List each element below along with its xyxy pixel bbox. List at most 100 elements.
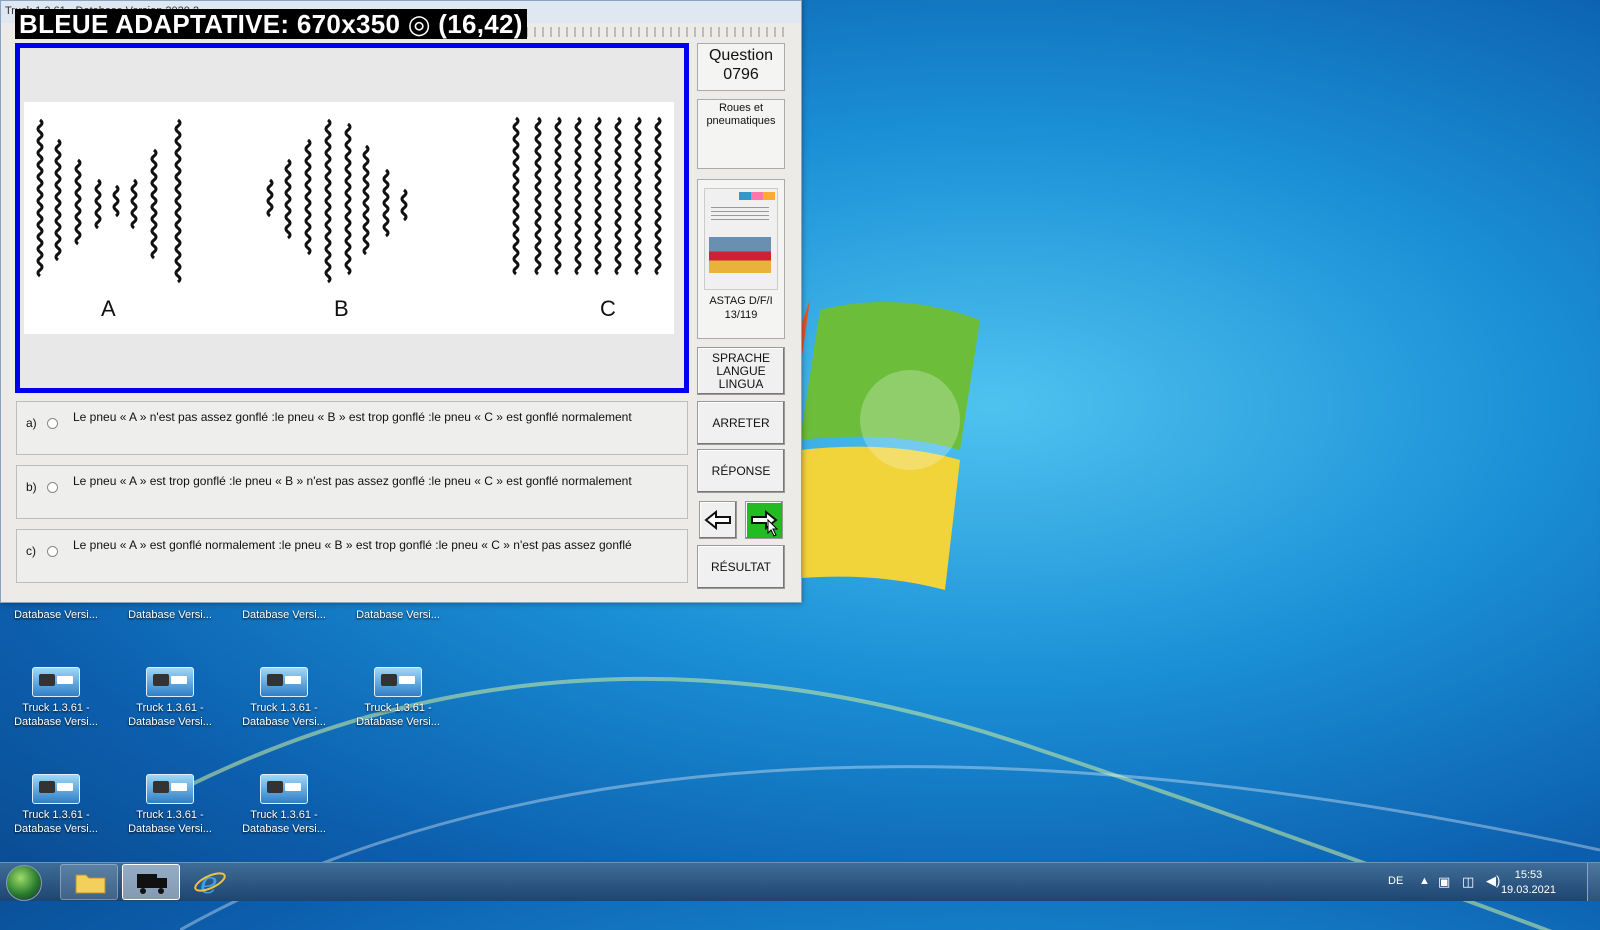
keyboard-language-indicator[interactable]: DE (1388, 875, 1403, 913)
desktop-icon-truck[interactable]: Database Versi... (120, 608, 220, 628)
language-line-1: SPRACHE (711, 350, 770, 365)
desktop-icon-truck[interactable]: Truck 1.3.61 - Database Versi... (348, 667, 448, 729)
network-icon[interactable]: ◫ (1462, 874, 1474, 912)
truck-icon (137, 874, 167, 894)
desktop-icon-label: Database Versi... (356, 609, 440, 621)
answer-radio[interactable] (47, 546, 58, 557)
desktop-icon-label-2: Database Versi... (128, 823, 212, 835)
desktop-icon-truck[interactable]: Truck 1.3.61 - Database Versi... (6, 774, 106, 836)
desktop-icon-label-2: Database Versi... (356, 716, 440, 728)
desktop-icon-label: Database Versi... (14, 609, 98, 621)
truck-app-icon (260, 667, 308, 697)
mouse-cursor-icon (767, 519, 779, 537)
language-line-2: LANGUE (716, 363, 766, 378)
desktop-icon-truck[interactable]: Truck 1.3.61 - Database Versi... (234, 774, 334, 836)
tread-line (654, 116, 662, 276)
category-box: Roues et pneumatiques (697, 99, 785, 169)
question-label: Question (708, 47, 774, 64)
answer-option-c[interactable]: c) Le pneu « A » est gonflé normalement … (16, 529, 688, 583)
answer-button[interactable]: RÉPONSE (697, 449, 785, 493)
overlay-label: BLEUE ADAPTATIVE: 670x350 ◎ (16,42) (15, 9, 527, 39)
truck-app-icon (32, 667, 80, 697)
answer-option-b[interactable]: b) Le pneu « A » est trop gonflé :le pne… (16, 465, 688, 519)
truck-app-icon (260, 774, 308, 804)
answer-radio[interactable] (47, 482, 58, 493)
desktop-icon-label-1: Truck 1.3.61 - (22, 702, 90, 714)
answer-text: Le pneu « A » est gonflé normalement :le… (73, 538, 632, 552)
tread-line (614, 116, 622, 276)
answer-letter: b) (26, 480, 37, 494)
desktop-icon-truck[interactable]: Database Versi... (348, 608, 448, 628)
book-caption: ASTAG D/F/I (709, 295, 773, 307)
tread-line (36, 118, 44, 278)
answer-radio[interactable] (47, 418, 58, 429)
question-number-box: Question 0796 (697, 43, 785, 91)
desktop-icon-label-2: Database Versi... (242, 716, 326, 728)
desktop-icon-label-2: Database Versi... (14, 823, 98, 835)
arrow-left-icon (704, 510, 731, 530)
truck-app-icon (146, 774, 194, 804)
taskbar: e DE ▲ ▣ ◫ ◀) 15:53 19.03.2021 (0, 862, 1600, 901)
clock-date: 19.03.2021 (1500, 884, 1556, 896)
desktop-icon-truck[interactable]: Truck 1.3.61 - Database Versi... (234, 667, 334, 729)
desktop-icon-truck[interactable]: Database Versi... (234, 608, 334, 628)
internet-explorer-icon: e (194, 866, 226, 901)
truck-app-icon (32, 774, 80, 804)
show-desktop-button[interactable] (1587, 863, 1600, 901)
language-button[interactable]: SPRACHE LANGUE LINGUA (697, 347, 785, 395)
tire-label-b: B (334, 296, 349, 321)
desktop-icon-truck[interactable]: Truck 1.3.61 - Database Versi... (6, 667, 106, 729)
volume-icon[interactable]: ◀) (1486, 873, 1500, 911)
previous-question-button[interactable] (699, 501, 737, 539)
folder-icon (75, 874, 106, 894)
answer-text: Le pneu « A » est trop gonflé :le pneu «… (73, 474, 632, 488)
stop-button[interactable]: ARRETER (697, 401, 785, 445)
start-button[interactable] (6, 865, 42, 901)
result-button[interactable]: RÉSULTAT (697, 545, 785, 589)
desktop-icon-label: Database Versi... (128, 609, 212, 621)
answer-letter: a) (26, 416, 37, 430)
answer-letter: c) (26, 544, 36, 558)
clock-time: 15:53 (1514, 869, 1543, 881)
answer-text: Le pneu « A » n'est pas assez gonflé :le… (73, 410, 632, 424)
desktop-icon-label-2: Database Versi... (128, 716, 212, 728)
quiz-window: Truck 1.3.61 - Database Version 2020.2 B… (0, 0, 802, 603)
taskbar-truck-app-button[interactable] (122, 864, 180, 900)
desktop-icon-label-1: Truck 1.3.61 - (250, 702, 318, 714)
desktop-icon-label-1: Truck 1.3.61 - (364, 702, 432, 714)
tread-line (554, 116, 562, 276)
tire-tread-illustration (20, 48, 684, 388)
desktop-icon-label: Database Versi... (242, 609, 326, 621)
taskbar-clock[interactable]: 15:53 19.03.2021 (1501, 868, 1556, 898)
truck-app-icon (146, 667, 194, 697)
reference-book-box: ASTAG D/F/I 13/119 (697, 179, 785, 339)
truck-app-icon (374, 667, 422, 697)
desktop-icon-label-2: Database Versi... (242, 823, 326, 835)
desktop-icon-truck[interactable]: Database Versi... (6, 608, 106, 628)
tread-line (574, 116, 582, 276)
desktop-icon-label-1: Truck 1.3.61 - (136, 809, 204, 821)
taskbar-explorer-button[interactable] (60, 864, 118, 900)
tread-line (512, 116, 520, 276)
desktop-icon-truck[interactable]: Truck 1.3.61 - Database Versi... (120, 667, 220, 729)
taskbar-ie-button[interactable]: e (184, 864, 242, 901)
tire-label-a: A (101, 296, 116, 321)
answer-option-a[interactable]: a) Le pneu « A » n'est pas assez gonflé … (16, 401, 688, 455)
show-hidden-icons-arrow-icon[interactable]: ▲ (1419, 875, 1430, 913)
tread-line (54, 138, 62, 262)
desktop-icon-label-1: Truck 1.3.61 - (136, 702, 204, 714)
tread-line (634, 116, 642, 276)
tire-label-c: C (600, 296, 616, 321)
question-number: 0796 (723, 66, 759, 83)
desktop-icon-truck[interactable]: Truck 1.3.61 - Database Versi... (120, 774, 220, 836)
tread-line (594, 116, 602, 276)
hatch-decoration (526, 27, 784, 37)
tread-line (74, 158, 82, 246)
svg-text:e: e (200, 866, 218, 900)
tread-line (266, 178, 274, 218)
desktop-icon-label-1: Truck 1.3.61 - (250, 809, 318, 821)
question-image-frame: A B C (15, 43, 689, 393)
device-tray-icon[interactable]: ▣ (1438, 874, 1450, 912)
category-label: Roues et pneumatiques (706, 102, 776, 127)
desktop-icon-label-1: Truck 1.3.61 - (22, 809, 90, 821)
